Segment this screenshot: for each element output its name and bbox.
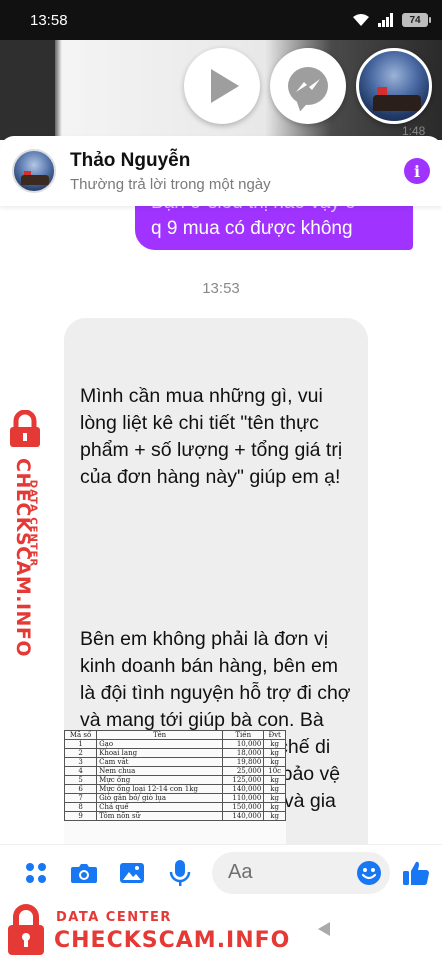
- table-cell: 25,000: [222, 766, 265, 776]
- table-header-cell: Tiền: [222, 730, 265, 740]
- table-header-cell: Mã số: [64, 730, 98, 740]
- received-message-para-1: Mình cần mua những gì, vui lòng liệt kê …: [80, 385, 348, 488]
- table-cell: 5: [64, 775, 98, 785]
- message-composer: Aa: [0, 844, 442, 900]
- avatar-people: [373, 95, 421, 111]
- bottom-watermark-small: DATA CENTER: [56, 910, 172, 925]
- sent-message-line-2: q 9 mua có được không: [151, 218, 353, 239]
- table-cell: kg: [263, 784, 286, 794]
- message-input[interactable]: Aa: [212, 851, 390, 894]
- video-edge: [0, 40, 55, 140]
- table-row: 9 Tôm nõn sữ 140,000 kg: [64, 811, 286, 821]
- battery-icon: 74: [402, 13, 431, 27]
- status-bar: 13:58 74: [0, 0, 442, 40]
- table-row: 8 Chả quế 150,000 kg: [64, 802, 286, 812]
- table-cell: Giò gân bó/ giò lụa: [96, 793, 224, 803]
- table-cell: kg: [263, 811, 286, 821]
- table-cell: kg: [263, 802, 286, 812]
- table-cell: 110,000: [222, 793, 265, 803]
- nav-back-icon[interactable]: [318, 922, 330, 936]
- bottom-watermark-big: CHECKSCAM.INFO: [54, 928, 291, 953]
- side-watermark: DATA CENTER CHECKSCAM.INFO: [0, 406, 52, 657]
- table-cell: 4: [64, 766, 98, 776]
- play-button[interactable]: [184, 48, 260, 124]
- conversation-header: Thảo Nguyễn Thường trả lời trong một ngà…: [0, 136, 442, 206]
- table-row: 3 Cam vắt 19,800 kg: [64, 757, 286, 767]
- avatar-people: [21, 175, 49, 185]
- side-watermark-text: DATA CENTER CHECKSCAM.INFO: [8, 454, 48, 658]
- messenger-icon: [288, 67, 328, 105]
- table-cell: 19,800: [222, 757, 265, 767]
- gallery-icon[interactable]: [116, 857, 148, 889]
- bottom-bar: DATA CENTER CHECKSCAM.INFO: [0, 900, 442, 960]
- contact-name: Thảo Nguyễn: [70, 149, 191, 171]
- table-header-cell: Tên: [96, 730, 224, 740]
- price-table: Mã số Tên Tiền Đvt 1 Gạo 10,000 kg 2 Khoai l…: [64, 730, 286, 821]
- table-cell: Nem chua: [96, 766, 224, 776]
- avatar-flag: [377, 87, 387, 95]
- table-cell: 2: [64, 748, 98, 758]
- wifi-icon: [353, 14, 369, 26]
- table-cell: Tôm nõn sữ: [96, 811, 224, 821]
- lock-icon: [8, 904, 44, 955]
- table-cell: Gạo: [96, 739, 224, 749]
- side-watermark-big: CHECKSCAM.INFO: [12, 458, 34, 658]
- table-cell: Chả quế: [96, 802, 224, 812]
- apps-icon[interactable]: [20, 857, 52, 889]
- table-cell: Cam vắt: [96, 757, 224, 767]
- table-cell: 8: [64, 802, 98, 812]
- table-row: 7 Giò gân bó/ giò lụa 110,000 kg: [64, 793, 286, 803]
- table-cell: 3: [64, 757, 98, 767]
- table-cell: 10c: [263, 766, 286, 776]
- table-cell: kg: [263, 775, 286, 785]
- table-row: 2 Khoai lang 18,000 kg: [64, 748, 286, 758]
- lock-icon: [10, 410, 40, 447]
- camera-icon[interactable]: [68, 857, 100, 889]
- table-cell: 1: [64, 739, 98, 749]
- table-row: 4 Nem chua 25,000 10c: [64, 766, 286, 776]
- contact-info[interactable]: Thảo Nguyễn Thường trả lời trong một ngà…: [70, 150, 271, 193]
- sent-message[interactable]: Bạn ở siêu thị nào vậy ở q 9 mua có được…: [135, 206, 413, 250]
- table-cell: kg: [263, 793, 286, 803]
- messenger-button[interactable]: [270, 48, 346, 124]
- table-cell: kg: [263, 748, 286, 758]
- sent-message-line-1: Bạn ở siêu thị nào vậy ở: [151, 206, 397, 216]
- message-list[interactable]: Bạn ở siêu thị nào vậy ở q 9 mua có được…: [0, 206, 442, 844]
- message-input-placeholder: Aa: [228, 861, 253, 883]
- info-icon[interactable]: i: [404, 158, 430, 184]
- play-icon: [211, 69, 239, 103]
- table-cell: 10,000: [222, 739, 265, 749]
- table-cell: 140,000: [222, 784, 265, 794]
- contact-status: Thường trả lời trong một ngày: [70, 175, 271, 193]
- emoji-icon[interactable]: [356, 860, 382, 886]
- table-header-cell: Đvt: [263, 730, 286, 740]
- table-cell: 6: [64, 784, 98, 794]
- table-cell: Mực ống: [96, 775, 224, 785]
- table-cell: Khoai lang: [96, 748, 224, 758]
- status-time: 13:58: [30, 11, 68, 29]
- table-cell: 140,000: [222, 811, 265, 821]
- message-timestamp: 13:53: [202, 280, 240, 297]
- table-cell: 125,000: [222, 775, 265, 785]
- table-cell: 18,000: [222, 748, 265, 758]
- attached-price-table-image[interactable]: Mã số Tên Tiền Đvt 1 Gạo 10,000 kg 2 Khoai l…: [64, 730, 286, 844]
- thumbs-up-icon[interactable]: [400, 857, 432, 889]
- table-cell: kg: [263, 739, 286, 749]
- table-row: 1 Gạo 10,000 kg: [64, 739, 286, 749]
- table-cell: 7: [64, 793, 98, 803]
- table-cell: 9: [64, 811, 98, 821]
- table-cell: Mực ống loại 12-14 con 1kg: [96, 784, 224, 794]
- table-row: 6 Mực ống loại 12-14 con 1kg 140,000 kg: [64, 784, 286, 794]
- messenger-chat-screen: 13:58 74 1:48 Thảo Nguyễn Thường trả lời…: [0, 0, 442, 960]
- contact-avatar[interactable]: [12, 149, 56, 193]
- status-icons: 74: [352, 13, 431, 27]
- microphone-icon[interactable]: [164, 857, 196, 889]
- table-cell: kg: [263, 757, 286, 767]
- signal-icon: [378, 13, 393, 27]
- table-header-row: Mã số Tên Tiền Đvt: [64, 730, 286, 740]
- table-cell: 150,000: [222, 802, 265, 812]
- chat-head-avatar[interactable]: [356, 48, 432, 124]
- table-row: 5 Mực ống 125,000 kg: [64, 775, 286, 785]
